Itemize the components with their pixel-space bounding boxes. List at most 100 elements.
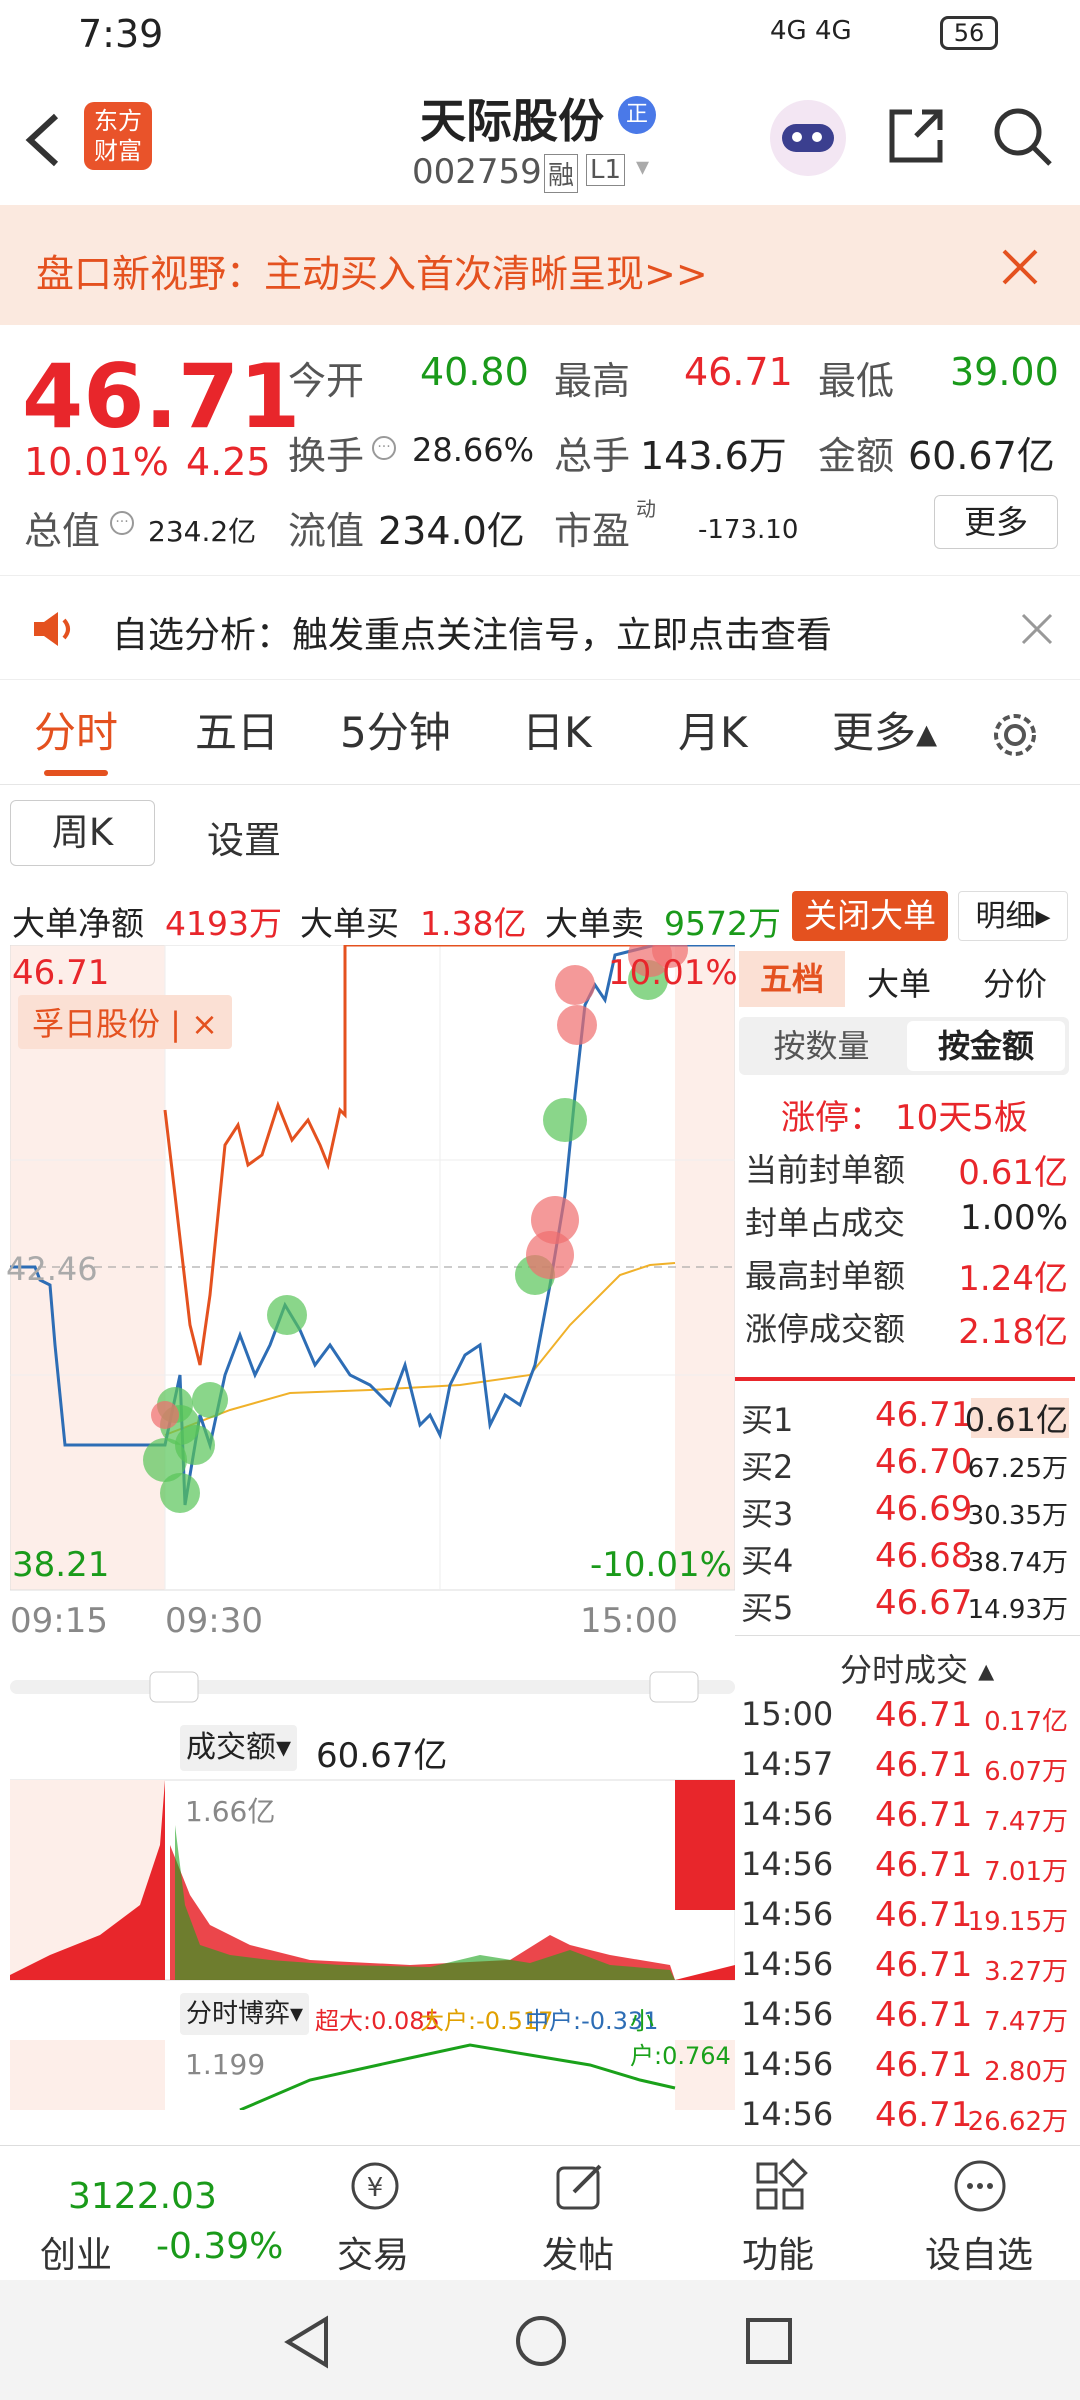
tab-day-k[interactable]: 日K	[522, 680, 592, 785]
trade-time: 14:56	[741, 2095, 834, 2133]
tab-five-level[interactable]: 五档	[739, 951, 845, 1007]
float-value: 234.0亿	[378, 509, 525, 553]
trade-time: 14:56	[741, 2045, 834, 2083]
trade-volume: 19.15万	[967, 1907, 1068, 1937]
yuan-icon: ¥	[351, 2162, 399, 2210]
mcap-label: 总值	[24, 509, 101, 553]
info-icon[interactable]: ···	[110, 511, 134, 535]
post-label: 发帖	[542, 2235, 615, 2276]
pct-high-label: 10.01%	[608, 953, 738, 993]
intraday-chart[interactable]: 1.199 46.71 10.01% 42.46 38.21 -10.01% 孚…	[6, 932, 738, 2110]
notice-bar[interactable]: 自选分析：触发重点关注信号，立即点击查看	[0, 575, 1080, 680]
tab-month-k[interactable]: 月K	[678, 680, 748, 785]
time-tick: 15:00	[580, 1601, 678, 1641]
last-price: 46.71	[22, 345, 301, 448]
grid-icon	[756, 2158, 808, 2210]
settings-link[interactable]: 设置	[207, 810, 281, 864]
info-icon[interactable]: ···	[372, 436, 396, 460]
bid-price: 46.71	[875, 1395, 973, 1435]
signal-icon: 4G 4G	[770, 16, 852, 46]
trade-price: 46.71	[875, 1795, 973, 1835]
trade-label: 交易	[337, 2235, 410, 2276]
svg-text:¥: ¥	[367, 2173, 384, 2203]
trade-volume: 2.80万	[984, 2057, 1068, 2087]
open-label: 今开	[288, 359, 365, 403]
pe-sup: 动	[636, 497, 656, 521]
logo-text-1: 东方	[94, 107, 142, 135]
bid-volume: 38.74万	[967, 1548, 1068, 1578]
edit-icon	[556, 2164, 602, 2210]
back-icon[interactable]	[20, 110, 64, 170]
close-icon[interactable]	[1000, 247, 1040, 287]
recents-nav-icon[interactable]	[744, 2316, 794, 2366]
function-button[interactable]: 功能	[730, 2146, 830, 2281]
open-value: 40.80	[420, 350, 529, 394]
trade-volume: 7.47万	[984, 1807, 1068, 1837]
tab-indicator	[44, 770, 108, 776]
stock-name[interactable]: 天际股份	[420, 85, 604, 151]
trade-volume: 0.17亿	[984, 1707, 1068, 1737]
stat-value: 2.18亿	[958, 1312, 1068, 1352]
trade-time: 15:00	[741, 1695, 834, 1733]
promo-banner[interactable]: 盘口新视野：主动买入首次清晰呈现>>	[0, 205, 1080, 325]
tab-week-k[interactable]: 周K	[10, 800, 155, 866]
toggle-by-amount[interactable]: 按金额	[907, 1021, 1065, 1071]
bid-label: 买1	[741, 1401, 794, 1439]
robot-avatar-icon[interactable]	[770, 100, 846, 176]
toggle-by-count[interactable]: 按数量	[739, 1017, 904, 1075]
bid-price: 46.68	[875, 1536, 973, 1576]
tab-five-day[interactable]: 五日	[195, 680, 279, 785]
sub-toggle: 按数量 按金额	[739, 1017, 1069, 1075]
bid-label: 买2	[741, 1448, 794, 1486]
logo-text-2: 财富	[94, 137, 142, 165]
tab-more[interactable]: 更多▴	[832, 680, 937, 785]
trade-button[interactable]: ¥ 交易	[325, 2146, 425, 2281]
trades-title[interactable]: 分时成交 ▴	[840, 1645, 994, 1691]
game-selector[interactable]: 分时博弈▾	[180, 1993, 310, 2035]
volume-selector[interactable]: 成交额▾	[180, 1725, 298, 1771]
stock-code: 002759	[412, 152, 542, 192]
trade-volume: 7.47万	[984, 2007, 1068, 2037]
volume-max: 1.66亿	[185, 1795, 276, 1828]
bid-price: 46.67	[875, 1583, 973, 1623]
close-icon[interactable]	[1020, 612, 1054, 646]
home-nav-icon[interactable]	[513, 2313, 569, 2369]
pe-label: 市盈	[554, 509, 631, 553]
index-name: 创业	[40, 2235, 113, 2276]
search-icon[interactable]	[990, 104, 1054, 168]
high-label: 最高	[554, 359, 631, 403]
mid-price-label: 42.46	[6, 1250, 98, 1288]
net-value: 4193万	[165, 904, 282, 943]
bid-label: 买4	[741, 1542, 794, 1580]
gear-icon[interactable]	[990, 710, 1040, 760]
add-watch-label: 设自选	[925, 2235, 1034, 2276]
turnover-value: 28.66%	[412, 431, 535, 469]
trade-time: 14:56	[741, 1945, 834, 1983]
back-nav-icon[interactable]	[282, 2315, 332, 2369]
trade-volume: 6.07万	[984, 1757, 1068, 1787]
post-button[interactable]: 发帖	[530, 2146, 630, 2281]
trade-time: 14:56	[741, 1995, 834, 2033]
price-high-label: 46.71	[12, 953, 110, 993]
compare-stock-chip[interactable]: 孚日股份 | ×	[18, 995, 232, 1049]
buy-label: 大单买	[300, 904, 399, 943]
battery-icon: 56	[940, 16, 998, 50]
close-big-order-button[interactable]: 关闭大单	[792, 891, 948, 941]
dropdown-icon[interactable]: ▾	[636, 152, 649, 182]
detail-button[interactable]: 明细▸	[958, 891, 1068, 941]
stat-label: 当前封单额	[745, 1151, 906, 1189]
limit-label: 涨停：	[781, 1098, 883, 1138]
float-label: 流值	[288, 509, 365, 553]
add-watch-button[interactable]: 设自选	[915, 2146, 1045, 2281]
volume-label: 总手	[554, 434, 631, 478]
index-ticker[interactable]: 3122.03 创业 -0.39%	[0, 2146, 283, 2281]
tab-5min[interactable]: 5分钟	[340, 680, 451, 785]
game-max: 1.199	[185, 2048, 266, 2081]
app-logo[interactable]: 东方 财富	[84, 102, 152, 170]
tab-price-dist[interactable]: 分价	[983, 959, 1047, 1005]
tab-big-order[interactable]: 大单	[867, 959, 931, 1005]
chart-svg	[9, 932, 736, 1981]
share-icon[interactable]	[884, 104, 948, 168]
high-value: 46.71	[684, 350, 793, 394]
more-button[interactable]: 更多	[934, 495, 1058, 549]
